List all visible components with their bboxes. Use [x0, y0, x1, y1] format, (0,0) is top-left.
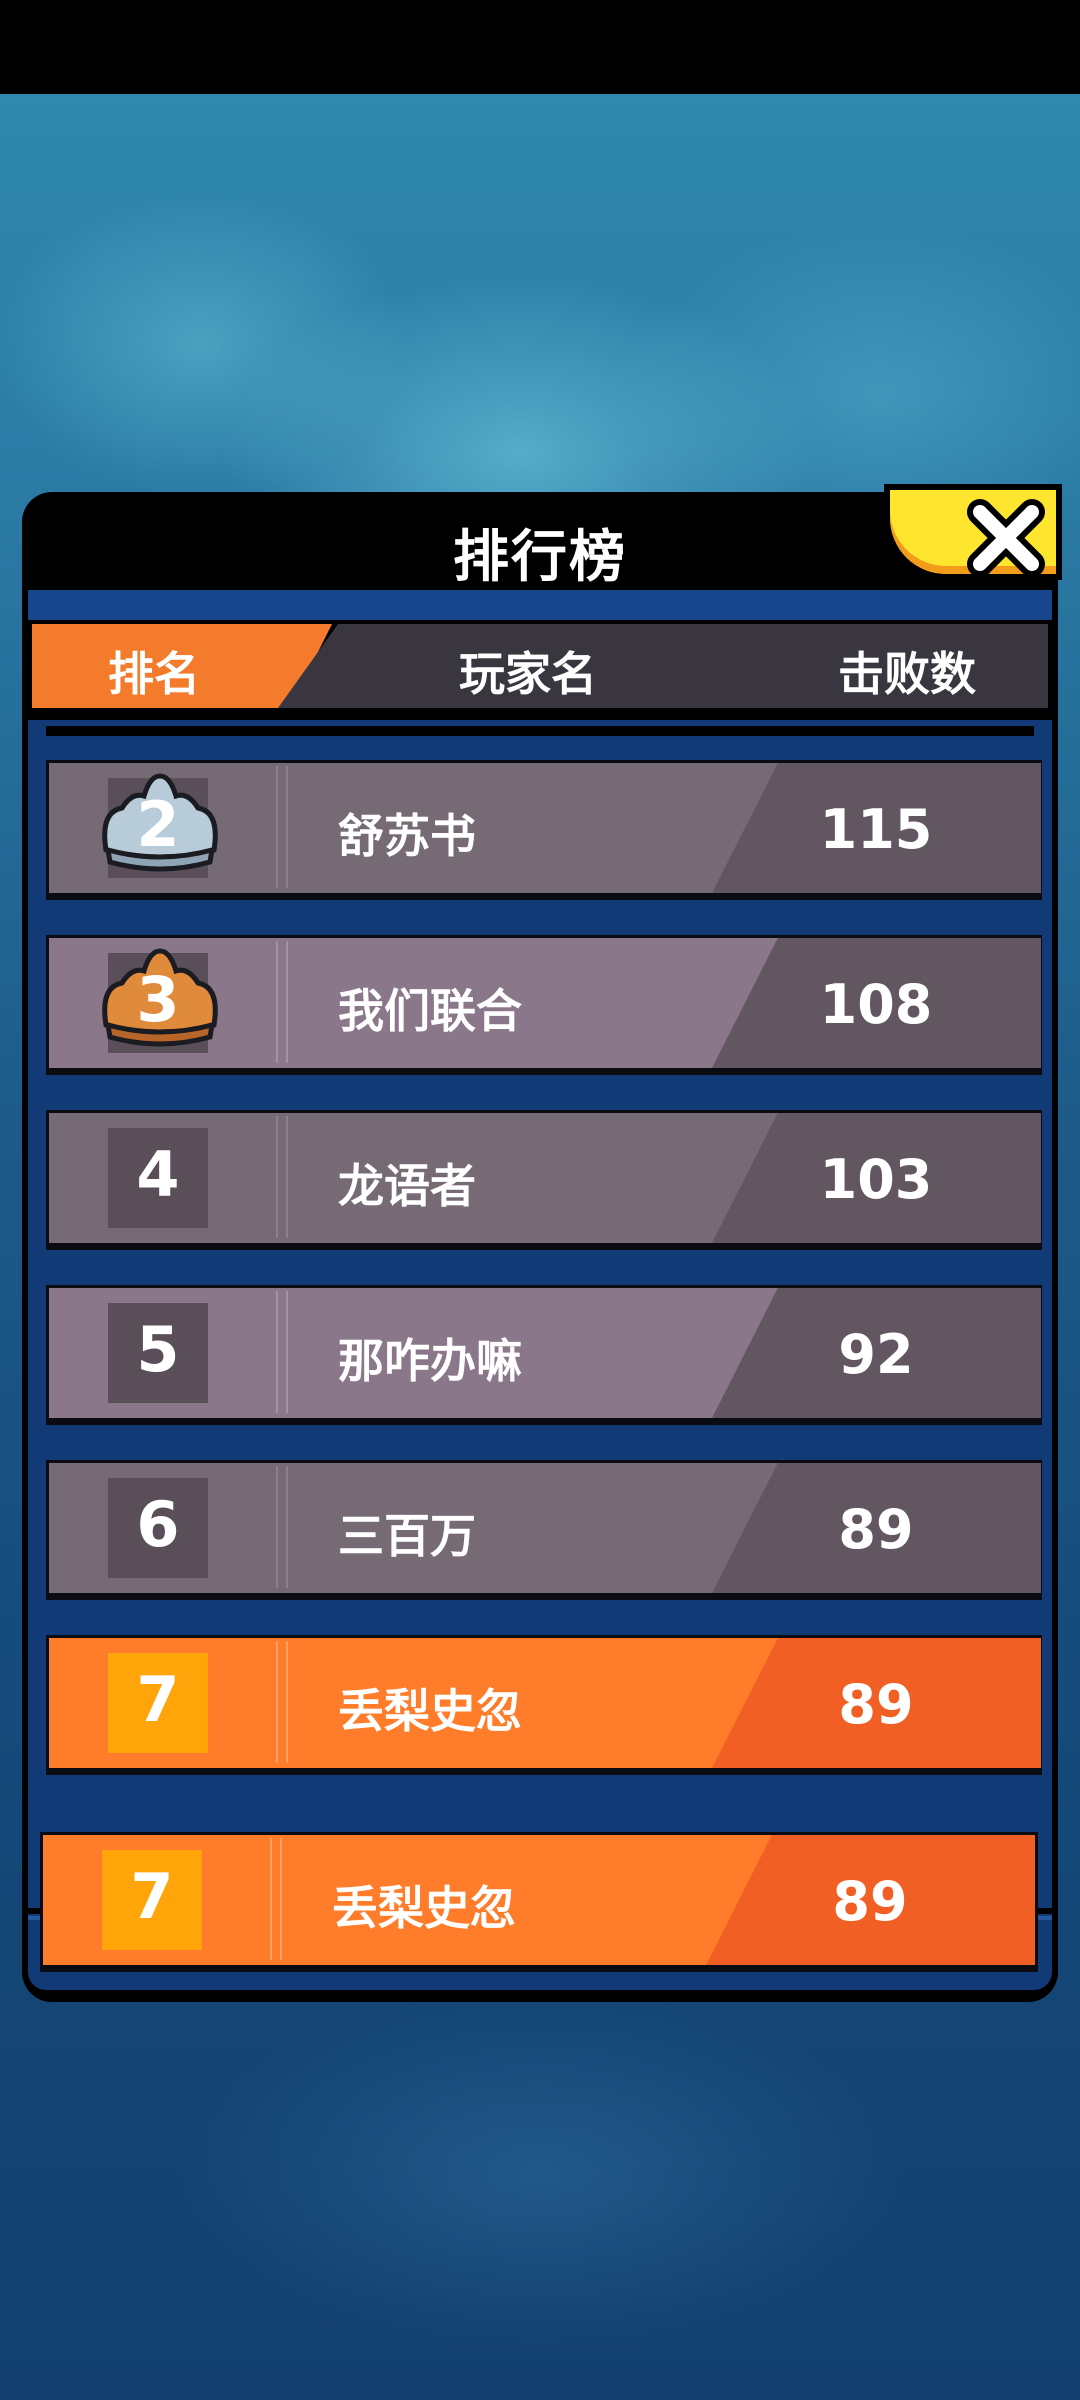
leaderboard-panel: 排行榜 排名 玩家名 击败数 2 舒苏书 115 3 我们联合 108 4 龙语… [22, 484, 1062, 2002]
close-button[interactable] [884, 484, 1062, 580]
player-name: 我们联合 [338, 984, 522, 1038]
column-header-kills: 击败数 [714, 624, 1048, 708]
player-name: 那咋办嘛 [338, 1334, 522, 1388]
kill-count: 108 [819, 973, 933, 1036]
player-name: 丢梨史忽 [338, 1684, 522, 1738]
my-kill-count: 89 [832, 1870, 908, 1933]
kill-count: 115 [819, 798, 933, 861]
rank-number: 3 [136, 963, 180, 1036]
leaderboard-row: 5 那咋办嘛 92 [46, 1285, 1042, 1425]
player-name: 三百万 [338, 1509, 476, 1563]
rank-number: 6 [136, 1488, 180, 1561]
my-rank-row: 7 丢梨史忽 89 [40, 1832, 1038, 1972]
rank-number: 2 [136, 788, 180, 861]
kill-count: 89 [838, 1673, 914, 1736]
player-name: 龙语者 [338, 1159, 476, 1213]
table-header: 排名 玩家名 击败数 [28, 620, 1052, 720]
leaderboard-row: 4 龙语者 103 [46, 1110, 1042, 1250]
kill-count: 89 [838, 1498, 914, 1561]
leaderboard-row: 6 三百万 89 [46, 1460, 1042, 1600]
rank-number: 5 [136, 1313, 180, 1386]
rank-number: 4 [136, 1138, 180, 1211]
kill-count: 92 [838, 1323, 914, 1386]
leaderboard-list[interactable]: 2 舒苏书 115 3 我们联合 108 4 龙语者 103 5 那咋办嘛 92… [38, 726, 1042, 1836]
close-icon [967, 499, 1045, 577]
leaderboard-row: 2 舒苏书 115 [46, 760, 1042, 900]
column-header-player: 玩家名 [278, 624, 778, 708]
leaderboard-body: 排名 玩家名 击败数 2 舒苏书 115 3 我们联合 108 4 龙语者 10… [28, 590, 1052, 1990]
rank-number: 7 [136, 1663, 180, 1736]
player-name: 舒苏书 [338, 809, 476, 863]
my-rank-number: 7 [130, 1860, 174, 1933]
my-player-name: 丢梨史忽 [332, 1881, 516, 1935]
leaderboard-row-highlighted: 7 丢梨史忽 89 [46, 1635, 1042, 1775]
kill-count: 103 [819, 1148, 933, 1211]
leaderboard-row: 3 我们联合 108 [46, 935, 1042, 1075]
status-bar [0, 0, 1080, 94]
